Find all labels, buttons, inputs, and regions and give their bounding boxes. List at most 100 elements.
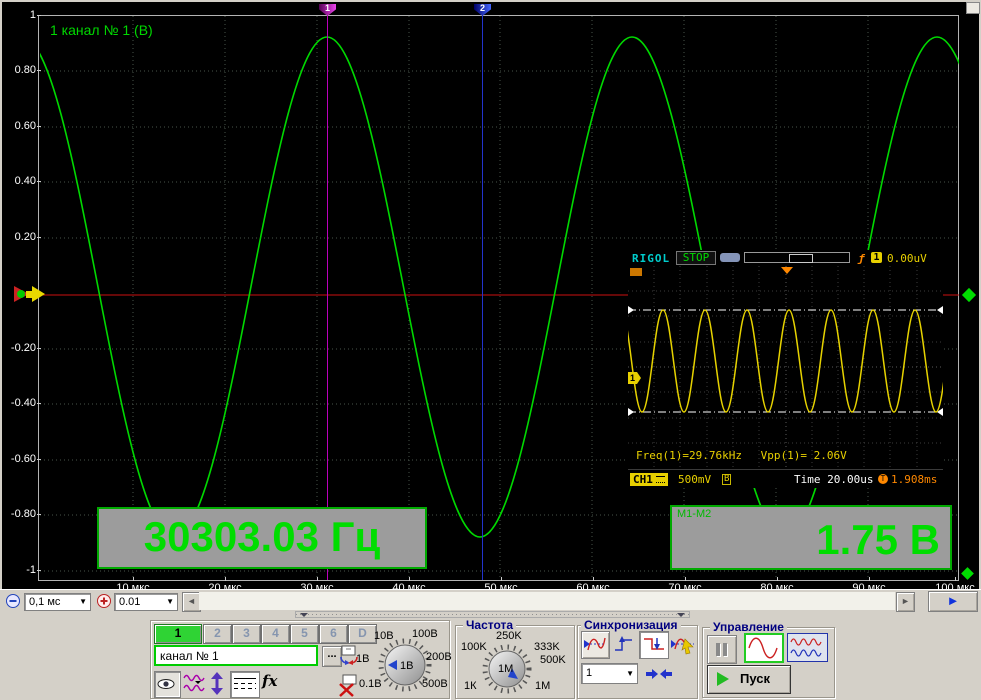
trigger-channel-badge: 1 — [871, 252, 882, 263]
pause-icon — [723, 643, 727, 656]
frequency-knob-value: 1М — [498, 663, 513, 675]
volt-label-200: 200В — [426, 651, 452, 663]
trigger-manual-icon[interactable] — [670, 632, 696, 656]
freq-label-333k: 333K — [534, 641, 560, 653]
converge-arrows-icon[interactable] — [646, 668, 672, 680]
rigol-scope-inset: RIGOL STOP ƒ 1 0.00uV — [628, 250, 943, 488]
scope-timebase: Time 20.00us — [794, 473, 873, 486]
collapse-arrow-icon[interactable] — [300, 613, 308, 617]
corner-box — [966, 2, 980, 14]
scale-toolbar: 0,1 мс ▼ 0.01 ▼ ◄ ► ► — [0, 589, 981, 613]
y-tick-label: 0.60 — [2, 121, 36, 132]
start-button[interactable]: Пуск — [707, 665, 791, 694]
start-play-icon — [717, 672, 729, 686]
zoom-in-icon[interactable] — [96, 593, 112, 609]
start-button-label: Пуск — [740, 671, 770, 686]
freq-label-250k: 250K — [496, 630, 522, 642]
channel-button-1[interactable]: 1 — [154, 624, 202, 644]
y-tick-label: -0.20 — [2, 343, 36, 354]
dashed-line-icon — [234, 683, 256, 684]
trigger-source-select[interactable]: 1 ▼ — [581, 663, 638, 684]
trigger-falling-edge-button[interactable] — [639, 631, 669, 659]
volt-label-10: 10В — [374, 630, 394, 642]
trigger-falling-edge-icon — [640, 632, 666, 656]
dropdown-arrow-icon[interactable]: ▼ — [166, 598, 174, 606]
volt-label-01: 0.1В — [359, 678, 382, 690]
channel-name-input[interactable] — [154, 645, 318, 666]
sine-icon — [746, 635, 782, 661]
marker-delta-value: 1.75 В — [816, 515, 940, 565]
multi-wave-icon — [788, 634, 827, 661]
scope-brand-logo: RIGOL — [632, 252, 670, 265]
bandwidth-badge: B — [722, 474, 731, 485]
channel-button-2[interactable]: 2 — [203, 624, 232, 644]
step-value: 0.01 — [119, 596, 140, 608]
scope-bottom-bar: CH1 500mV B Time 20.00us T 1.908ms — [628, 469, 943, 489]
probe-delete-icon[interactable] — [337, 673, 361, 697]
scrollbar-track[interactable] — [199, 592, 895, 610]
time-scale-select[interactable]: 0,1 мс ▼ — [24, 593, 91, 611]
frequency-readout: 30303.03 Гц — [97, 507, 427, 569]
volt-label-100: 100В — [412, 628, 438, 640]
y-tick-label: -1 — [2, 565, 36, 576]
channel-button-3[interactable]: 3 — [232, 624, 261, 644]
panel-splitter[interactable] — [295, 611, 690, 618]
sync-group-title: Синхронизация — [581, 618, 681, 632]
control-group-title: Управление — [710, 620, 787, 634]
channel-label: 1 канал № 1 (В) — [50, 22, 153, 38]
pause-button[interactable] — [707, 635, 737, 664]
zero-marker-yellow-arrow[interactable] — [32, 286, 45, 302]
trigger-sine-icon — [582, 632, 607, 656]
scope-status-badge: STOP — [676, 251, 716, 265]
scope-measurements: Freq(1)=29.76kHz Vpp(1)= 2.06V — [636, 449, 847, 462]
plot-region: 1 0.80 0.60 0.40 0.20 -0.20 -0.40 -0.60 … — [2, 2, 979, 589]
marker-delta-tag: M1-M2 — [677, 508, 711, 520]
channel-button-6[interactable]: 6 — [319, 624, 348, 644]
spectrum-icon[interactable] — [183, 673, 205, 693]
freq-label-100k: 100K — [461, 641, 487, 653]
dropdown-arrow-icon[interactable]: ▼ — [79, 598, 87, 606]
trigger-position-icon — [781, 267, 793, 274]
waveform-position-window — [789, 254, 813, 263]
dashed-line-icon — [234, 688, 256, 689]
zero-marker-green-dot — [17, 290, 25, 298]
trigger-status-icon — [630, 268, 642, 276]
play-forward-button[interactable]: ► — [928, 591, 978, 612]
scope-channel-marker-label: 1 — [630, 373, 635, 383]
line-style-button[interactable] — [230, 671, 260, 698]
y-tick-label: 0.80 — [2, 65, 36, 76]
multi-waveform-button[interactable] — [787, 633, 828, 662]
solid-line-icon — [234, 678, 256, 679]
formula-button[interactable]: fx — [262, 672, 277, 690]
step-select[interactable]: 0.01 ▼ — [114, 593, 178, 611]
trigger-level-value: 0.00uV — [887, 252, 927, 265]
time-scale-value: 0,1 мс — [29, 596, 60, 608]
visibility-button[interactable] — [154, 671, 181, 698]
scroll-right-button[interactable]: ► — [896, 592, 915, 612]
y-tick-label: -0.80 — [2, 509, 36, 520]
trigger-rising-edge-icon[interactable] — [612, 633, 636, 655]
oscilloscope-app-window: 1 0.80 0.60 0.40 0.20 -0.20 -0.40 -0.60 … — [0, 0, 981, 699]
autoscale-icon[interactable] — [207, 671, 227, 696]
channel-button-5[interactable]: 5 — [290, 624, 319, 644]
channel-button-4[interactable]: 4 — [261, 624, 290, 644]
scope-ch1-scale: 500mV — [678, 473, 711, 486]
trigger-source-value: 1 — [586, 667, 592, 679]
collapse-arrow-icon[interactable] — [677, 613, 685, 617]
cursor-2-line[interactable] — [482, 15, 483, 580]
zero-level-diamond-marker[interactable] — [962, 288, 976, 302]
single-waveform-button[interactable] — [744, 633, 784, 663]
zoom-out-icon[interactable] — [5, 593, 21, 609]
waveform-position-bar — [744, 252, 850, 263]
y-tick-label: -0.60 — [2, 454, 36, 465]
dropdown-arrow-icon[interactable]: ▼ — [626, 670, 634, 678]
cursor-1-line[interactable] — [327, 15, 328, 580]
volt-label-500: 500В — [422, 678, 448, 690]
voltage-knob-value: 1В — [400, 660, 413, 672]
trigger-offset-icon: T — [878, 474, 888, 484]
y-tick-label: 0.20 — [2, 232, 36, 243]
trigger-sine-button[interactable] — [581, 631, 610, 659]
freq-label-500k: 500K — [540, 654, 566, 666]
pause-icon — [716, 643, 720, 656]
time-axis-diamond-marker[interactable] — [961, 567, 974, 580]
